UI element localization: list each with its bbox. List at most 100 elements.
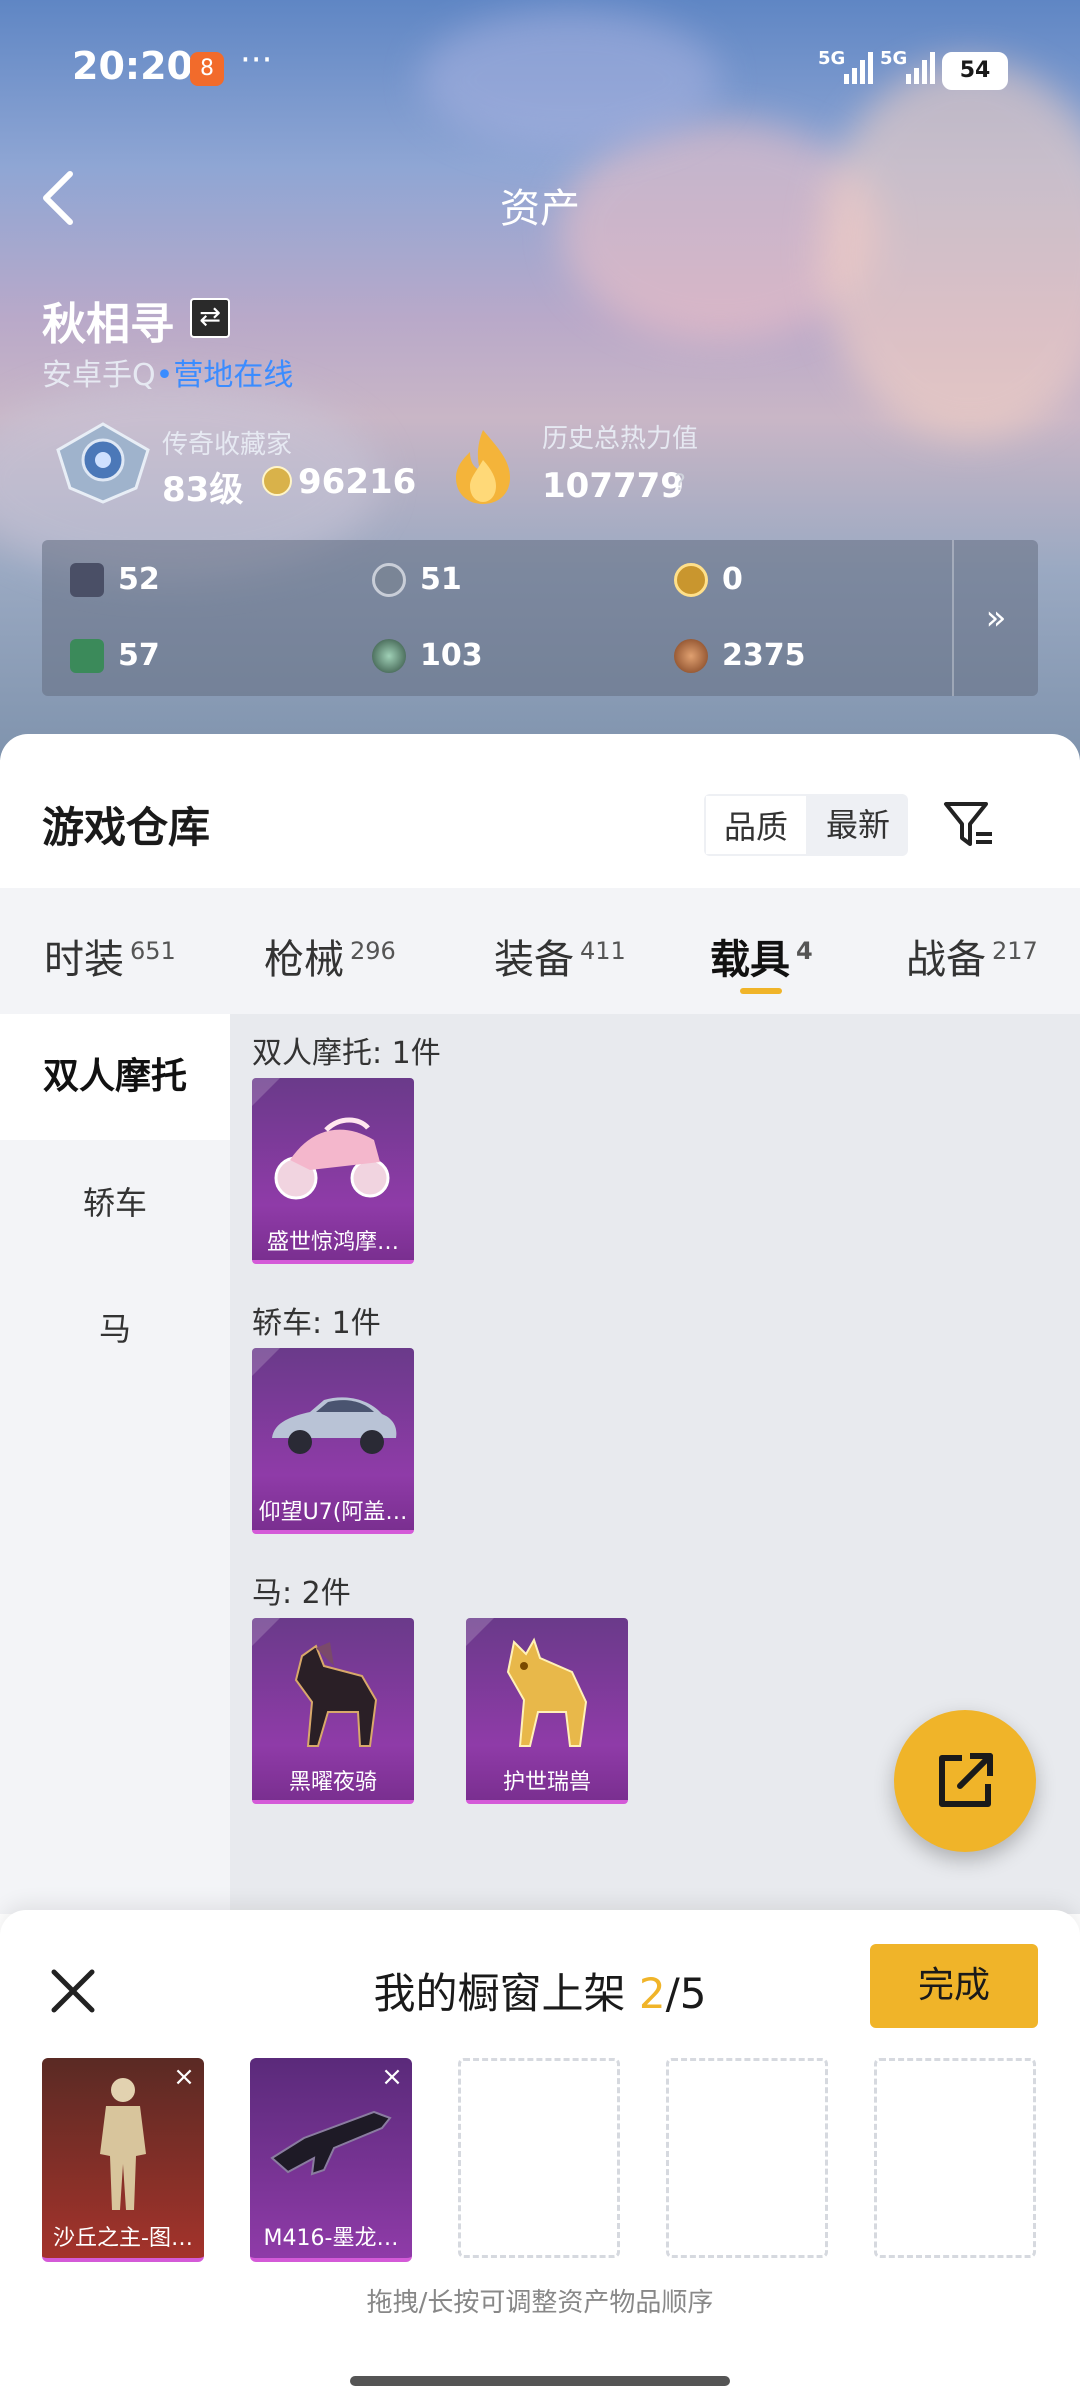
- check-corner-icon: [252, 1348, 280, 1376]
- tab-label: 枪械: [264, 937, 344, 983]
- flame-icon: [456, 430, 510, 504]
- battery-indicator: 54: [942, 52, 1008, 90]
- switch-account-icon[interactable]: ⇄: [190, 298, 230, 338]
- stat-item: 0: [674, 562, 743, 597]
- tab-label: 时装: [44, 937, 124, 983]
- stat-value: 2375: [722, 638, 806, 673]
- item-label: 黑曜夜骑: [288, 1770, 377, 1795]
- sidebar-item-sedan[interactable]: 轿车: [0, 1140, 230, 1266]
- card-icon: [70, 562, 104, 597]
- item-card[interactable]: 黑曜夜骑: [252, 1618, 414, 1804]
- stat-item: 103: [372, 638, 483, 673]
- online-status: 营地在线: [173, 358, 294, 393]
- empty-showcase-slot[interactable]: [874, 2058, 1036, 2258]
- showcase-slot[interactable]: × 沙丘之主-图…: [42, 2058, 204, 2262]
- remove-item-icon[interactable]: ×: [170, 2064, 198, 2092]
- heat-label: 历史总热力值: [542, 424, 699, 454]
- platform-label: 安卓手Q: [42, 358, 156, 393]
- remove-item-icon[interactable]: ×: [378, 2064, 406, 2092]
- showcase-item-label: M416-墨龙…: [263, 2226, 399, 2251]
- stat-value: 52: [118, 562, 160, 597]
- sort-toggle: 品质 最新: [704, 794, 909, 856]
- sidebar-item-motorcycle[interactable]: 双人摩托: [0, 1014, 230, 1140]
- rank-level: 83级: [162, 470, 244, 510]
- sort-quality-button[interactable]: 品质: [704, 794, 809, 856]
- notification-app-icon: 8: [190, 52, 224, 86]
- group-title: 轿车: 1件: [252, 1306, 381, 1341]
- empty-showcase-slot[interactable]: [666, 2058, 828, 2258]
- active-tab-indicator: [740, 988, 782, 994]
- tab-equipment[interactable]: 装备 411: [494, 888, 626, 1014]
- tab-count: 296: [350, 937, 396, 965]
- stats-expand-icon[interactable]: »: [952, 540, 1038, 696]
- warehouse-title: 游戏仓库: [42, 803, 211, 852]
- subcategory-sidebar: 双人摩托 轿车 马: [0, 1014, 230, 1914]
- category-tabs: 时装 651 枪械 296 装备 411 载具 4 战备 217: [0, 888, 1080, 1014]
- done-button[interactable]: 完成: [870, 1944, 1038, 2028]
- collector-rank-badge-icon: [56, 422, 150, 504]
- share-export-icon: [939, 1753, 993, 1807]
- more-notifications-icon: ···: [240, 40, 273, 80]
- help-icon[interactable]: ?: [666, 470, 694, 498]
- tab-label: 战备: [906, 937, 986, 983]
- page-title: 资产: [500, 186, 580, 232]
- share-button[interactable]: [894, 1710, 1036, 1852]
- showcase-panel: 我的橱窗上架 2/5 完成 × 沙丘之主-图… × M416-墨龙… 拖拽/长按…: [0, 1910, 1080, 2400]
- coin-count: 96216: [298, 462, 417, 502]
- showcase-total-count: /5: [665, 1969, 707, 2018]
- empty-showcase-slot[interactable]: [458, 2058, 620, 2258]
- status-time: 20:20: [72, 44, 193, 88]
- signal-bars-icon: [906, 52, 935, 84]
- account-status-line: 安卓手Q•营地在线: [42, 350, 293, 394]
- showcase-current-count: 2: [638, 1969, 666, 2018]
- heat-value: 107779: [542, 466, 684, 506]
- tab-supplies[interactable]: 战备 217: [906, 888, 1038, 1014]
- rank-title: 传奇收藏家: [162, 430, 293, 460]
- sidebar-item-horse[interactable]: 马: [0, 1266, 230, 1392]
- dark-horse-icon: [294, 1642, 378, 1747]
- tab-firearms[interactable]: 枪械 296: [264, 888, 396, 1014]
- reorder-hint: 拖拽/长按可调整资产物品顺序: [366, 2288, 714, 2318]
- profile-header-background: 20:20 8 ··· 5G 5G 54 资产 秋相寻 ⇄ 安卓手Q•营地在线 …: [0, 0, 1080, 760]
- bronze-coin-icon: [674, 638, 708, 673]
- stat-value: 51: [420, 562, 462, 597]
- showcase-title-text: 我的橱窗上架: [373, 1969, 626, 2018]
- status-bar: 20:20 8 ··· 5G 5G 54: [0, 0, 1080, 140]
- tab-count: 217: [992, 937, 1038, 965]
- tab-count: 4: [796, 937, 813, 965]
- green-card-icon: [70, 638, 104, 673]
- online-dot-icon: •: [155, 358, 174, 393]
- item-card[interactable]: 护世瑞兽: [466, 1618, 628, 1804]
- stat-item: 2375: [674, 638, 806, 673]
- showcase-item-label: 沙丘之主-图…: [53, 2226, 193, 2251]
- sort-newest-button[interactable]: 最新: [808, 794, 908, 856]
- stat-item: 57: [70, 638, 160, 673]
- tab-vehicles[interactable]: 载具 4: [710, 888, 813, 1014]
- golden-beast-icon: [506, 1637, 588, 1747]
- silver-medal-icon: [372, 562, 406, 597]
- group-title: 马: 2件: [252, 1576, 351, 1611]
- stat-value: 57: [118, 638, 160, 673]
- gold-medal-icon: [674, 562, 708, 597]
- stat-item: 52: [70, 562, 160, 597]
- tab-label: 装备: [494, 937, 574, 983]
- tab-count: 651: [130, 937, 176, 965]
- orb-icon: [372, 638, 406, 673]
- sedan-icon: [272, 1397, 397, 1454]
- home-indicator[interactable]: [350, 2376, 730, 2386]
- item-label: 护世瑞兽: [502, 1770, 591, 1795]
- item-card[interactable]: 仰望U7(阿盖…: [252, 1348, 414, 1534]
- showcase-slot[interactable]: × M416-墨龙…: [250, 2058, 412, 2262]
- item-label: 盛世惊鸿摩…: [266, 1230, 399, 1255]
- group-title: 双人摩托: 1件: [252, 1036, 441, 1071]
- item-card[interactable]: 盛世惊鸿摩…: [252, 1078, 414, 1264]
- tab-fashion[interactable]: 时装 651: [44, 888, 176, 1014]
- tab-label: 载具: [710, 937, 790, 983]
- asset-stats-panel: 52 51 0 57 103 2375 »: [42, 540, 1038, 696]
- username: 秋相寻: [42, 299, 174, 350]
- stat-item: 51: [372, 562, 462, 597]
- coin-icon: [262, 466, 292, 496]
- stat-value: 103: [420, 638, 483, 673]
- rifle-icon: [270, 2110, 392, 2176]
- filter-icon[interactable]: [942, 798, 996, 852]
